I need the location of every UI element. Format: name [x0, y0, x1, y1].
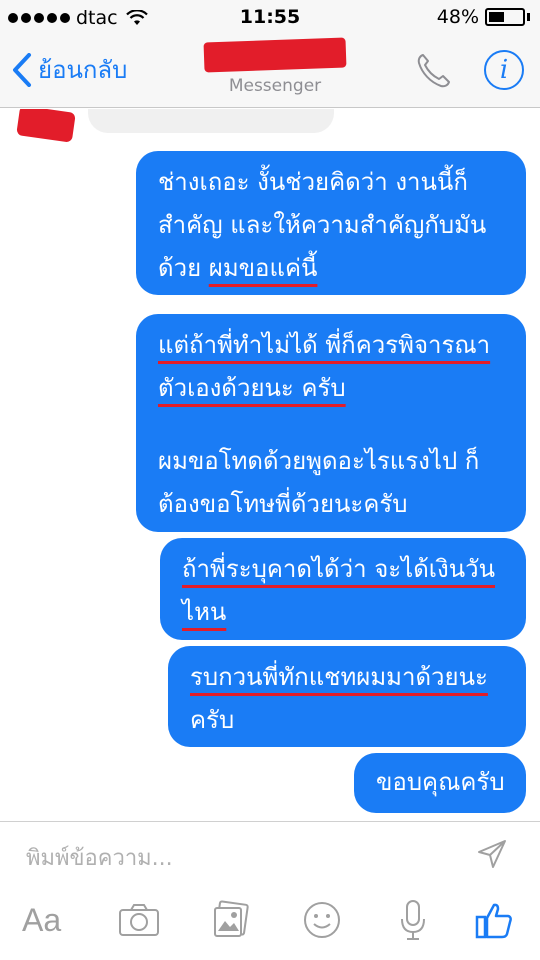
phone-icon[interactable]	[414, 52, 452, 90]
message-line: ขอบคุณครับ	[376, 768, 505, 796]
like-icon[interactable]	[474, 898, 514, 942]
status-bar: dtac 11:55 48%	[0, 0, 540, 36]
conversation-header: ย้อนกลับ Messenger i	[0, 36, 540, 108]
sent-message[interactable]: แต่ถ้าพี่ทำไม่ได้ พี่ก็ควรพิจารณา ตัวเอง…	[136, 314, 526, 532]
message-line: ช่างเถอะ งั้นช่วยคิดว่า งานนี้ก็	[158, 168, 468, 196]
underlined-text: ไหน	[182, 598, 227, 626]
info-icon[interactable]: i	[484, 50, 524, 90]
composer-toolbar: Aa	[0, 898, 540, 948]
microphone-icon[interactable]	[398, 898, 428, 942]
conversation-title[interactable]: Messenger	[190, 37, 360, 96]
underlined-text: รบกวนพี่ทักแชทผมมาด้วยนะ	[190, 663, 488, 691]
battery-percent: 48%	[436, 6, 479, 28]
message-line: ผมขอโทดด้วยพูดอะไรแรงไป ก็	[158, 447, 480, 475]
underlined-text: ผมขอแค่นี้	[208, 254, 318, 282]
back-label: ย้อนกลับ	[38, 56, 128, 84]
underlined-text: แต่ถ้าพี่ทำไม่ได้ พี่ก็ควรพิจารณา	[158, 331, 491, 359]
message-line: ครับ	[190, 706, 235, 734]
camera-icon[interactable]	[118, 898, 160, 942]
sticker-icon[interactable]	[302, 898, 342, 942]
gallery-icon[interactable]	[212, 898, 250, 942]
composer: พิมพ์ข้อความ... Aa	[0, 821, 540, 960]
back-button[interactable]: ย้อนกลับ	[12, 50, 127, 89]
sent-message[interactable]: ช่างเถอะ งั้นช่วยคิดว่า งานนี้ก็ สำคัญ แ…	[136, 151, 526, 295]
received-message-partial	[88, 109, 334, 133]
send-icon[interactable]	[476, 838, 508, 870]
message-thread: ช่างเถอะ งั้นช่วยคิดว่า งานนี้ก็ สำคัญ แ…	[0, 109, 540, 821]
message-text: ด้วย	[158, 254, 209, 282]
message-line: สำคัญ และให้ความสำคัญกับมัน	[158, 211, 487, 239]
underlined-text: ตัวเองด้วยนะ ครับ	[158, 374, 346, 402]
battery-icon	[485, 8, 525, 26]
redacted-avatar	[16, 109, 76, 143]
sent-message[interactable]: ถ้าพี่ระบุคาดได้ว่า จะได้เงินวัน ไหน	[160, 538, 526, 640]
redacted-contact-name	[203, 37, 347, 73]
message-input[interactable]: พิมพ์ข้อความ...	[26, 840, 173, 875]
text-style-button[interactable]: Aa	[22, 898, 61, 942]
sent-message[interactable]: รบกวนพี่ทักแชทผมมาด้วยนะ ครับ	[168, 646, 526, 747]
sent-message[interactable]: ขอบคุณครับ	[354, 753, 526, 813]
message-line: ต้องขอโทษพี่ด้วยนะครับ	[158, 490, 408, 518]
conversation-subtitle: Messenger	[228, 76, 322, 96]
chevron-left-icon	[13, 52, 31, 87]
underlined-text: ถ้าพี่ระบุคาดได้ว่า จะได้เงินวัน	[182, 555, 496, 583]
